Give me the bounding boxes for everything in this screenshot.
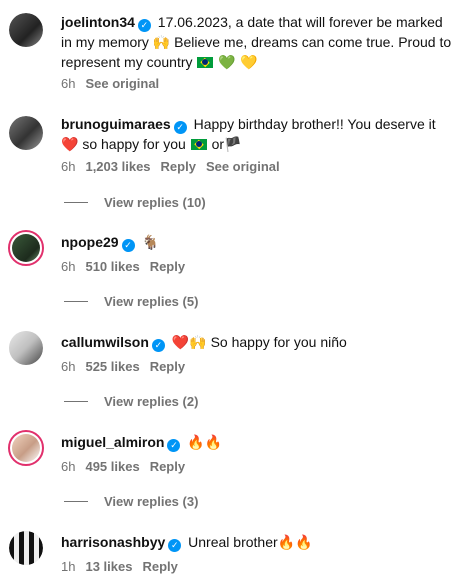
comment-text: Happy birthday brother!! You deserve it [193,116,436,132]
comment-time: 6h [61,359,76,374]
comment-username[interactable]: callumwilson [61,334,149,350]
view-replies-button[interactable]: View replies (5) [64,294,198,309]
hearts-emoji: 💚 💛 [218,55,258,71]
avatar[interactable] [9,13,43,47]
comment-text: in my memory 🙌 Believe me, dreams can co… [61,34,452,50]
likes-count[interactable]: 510 likes [85,259,139,274]
verified-badge-icon: ✓ [121,239,135,252]
comment-time: 6h [61,76,76,91]
comment-username[interactable]: harrisonashbyy [61,534,165,550]
comment-meta: 6h 510 likes Reply [61,259,195,274]
divider-line [64,501,88,502]
view-replies-button[interactable]: View replies (10) [64,195,206,210]
see-original-link[interactable]: See original [206,159,280,174]
comment-meta: 6h 1,203 likes Reply See original [61,159,290,174]
verified-badge-icon: ✓ [167,439,181,452]
avatar[interactable] [9,531,43,565]
comment-time: 6h [61,459,76,474]
view-replies-label: View replies (10) [104,195,206,210]
comment-text: Unreal brother🔥🔥 [188,534,313,550]
comment-text: 17.06.2023, a date that will forever be … [157,14,443,30]
comment-time: 6h [61,159,76,174]
reply-button[interactable]: Reply [150,359,185,374]
comment-username[interactable]: npope29 [61,234,119,250]
reply-button[interactable]: Reply [150,259,185,274]
brazil-flag-icon [197,57,214,68]
likes-count[interactable]: 13 likes [85,559,132,574]
divider-line [64,202,88,203]
comment-meta: 6h 525 likes Reply [61,359,195,374]
comments-list: joelinton34 ✓ 17.06.2023, a date that wil… [0,0,465,586]
see-original-link[interactable]: See original [85,76,159,91]
likes-count[interactable]: 525 likes [85,359,139,374]
comment-text: represent my country [61,54,193,70]
reply-button[interactable]: Reply [142,559,177,574]
view-replies-button[interactable]: View replies (3) [64,494,198,509]
comment-text: or [211,136,225,152]
verified-badge-icon: ✓ [168,539,182,552]
view-replies-label: View replies (3) [104,494,199,509]
comment-time: 1h [61,559,76,574]
comment-meta: 6h See original [61,76,169,91]
verified-badge-icon: ✓ [173,121,187,134]
avatar[interactable] [8,430,44,466]
view-replies-button[interactable]: View replies (2) [64,394,198,409]
verified-badge-icon: ✓ [137,19,151,32]
comment-text: ❤️ so happy for you [61,136,186,152]
reply-button[interactable]: Reply [161,159,196,174]
likes-count[interactable]: 1,203 likes [85,159,150,174]
view-replies-label: View replies (5) [104,294,199,309]
reply-button[interactable]: Reply [150,459,185,474]
comment-meta: 6h 495 likes Reply [61,459,195,474]
comment-text: So happy for you niño [210,334,347,350]
comment-username[interactable]: joelinton34 [61,14,135,30]
likes-count[interactable]: 495 likes [85,459,139,474]
comment-time: 6h [61,259,76,274]
view-replies-label: View replies (2) [104,394,199,409]
flag-icon: 🏴 [224,137,242,153]
comment-username[interactable]: brunoguimaraes [61,116,171,132]
brazil-flag-icon [190,139,207,150]
heart-raised-hands-emoji: ❤️🙌 [171,335,207,351]
comment-meta: 1h 13 likes Reply [61,559,188,574]
avatar[interactable] [8,230,44,266]
divider-line [64,301,88,302]
comment-username[interactable]: miguel_almiron [61,434,164,450]
verified-badge-icon: ✓ [151,339,165,352]
divider-line [64,401,88,402]
avatar[interactable] [9,116,43,150]
goat-emoji: 🐐 [141,235,159,251]
fire-emoji: 🔥🔥 [187,435,223,451]
avatar[interactable] [9,331,43,365]
